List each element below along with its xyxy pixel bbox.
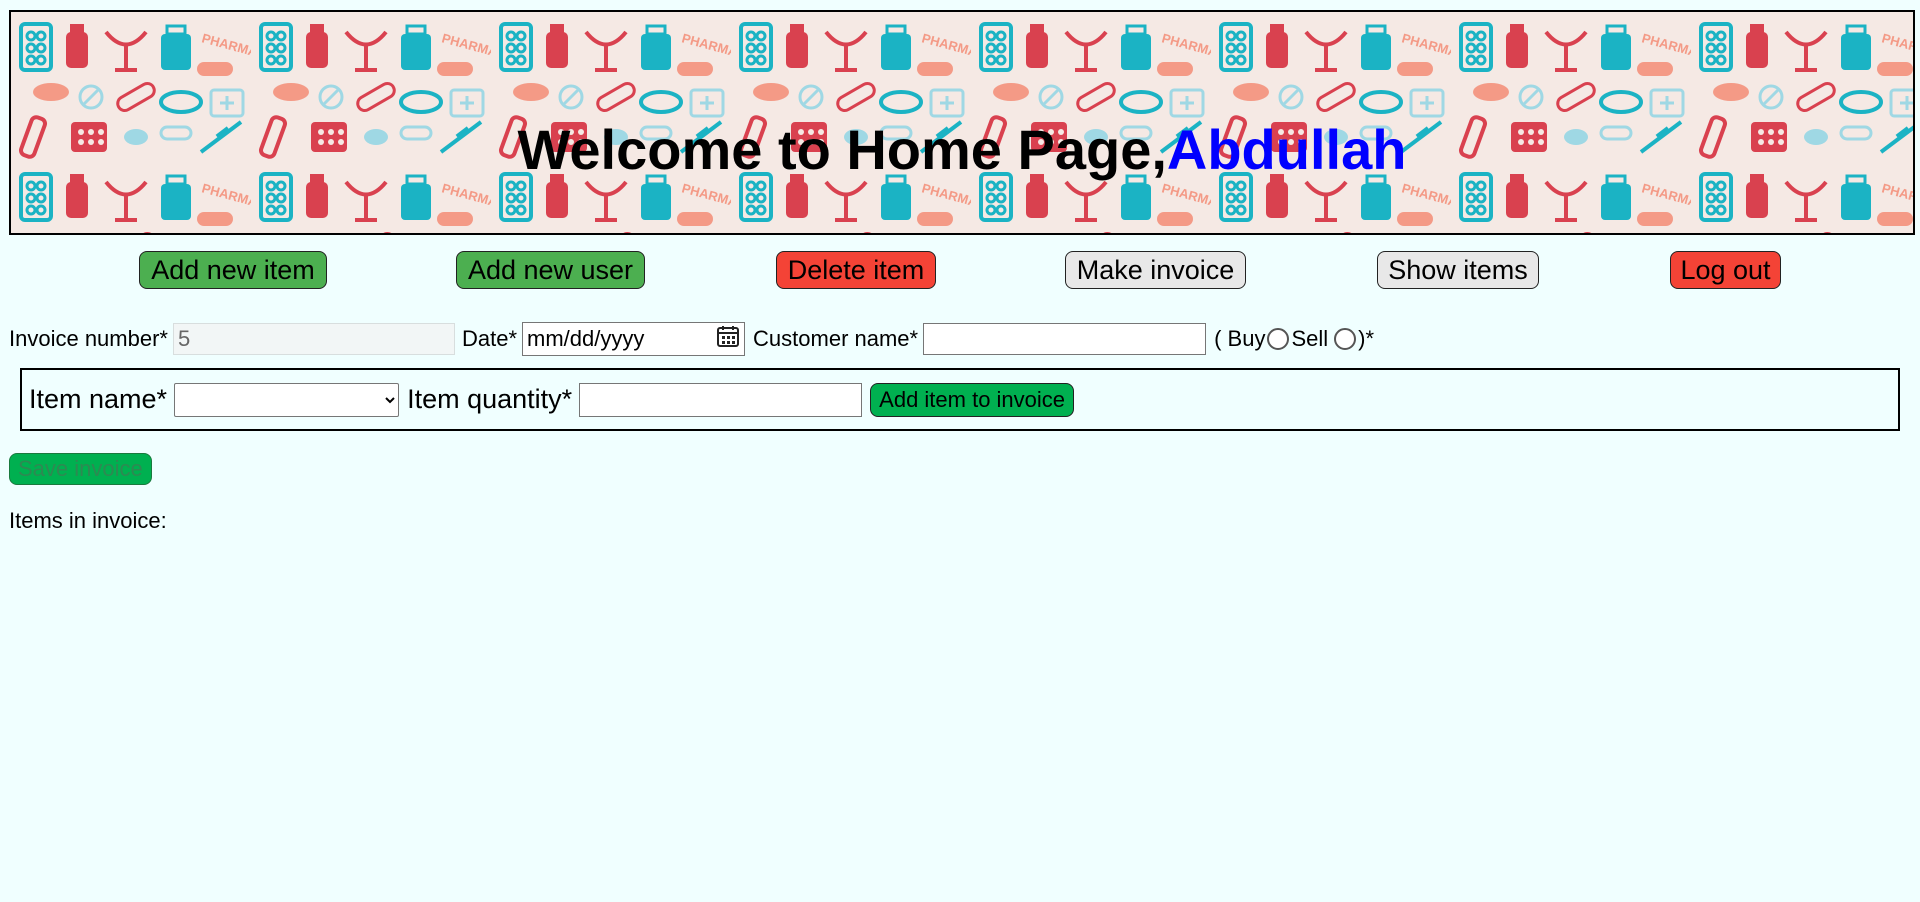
type-required-mark: )* (1358, 326, 1375, 351)
item-quantity-label: Item quantity* (407, 384, 573, 414)
invoice-header-row: Invoice number* Date* mm/dd/yyyy Custome… (9, 322, 1374, 356)
log-out-button[interactable]: Log out (1670, 251, 1781, 289)
make-invoice-button[interactable]: Make invoice (1065, 251, 1246, 289)
show-items-button[interactable]: Show items (1377, 251, 1539, 289)
item-quantity-field[interactable] (579, 382, 863, 417)
invoice-number-label: Invoice number* (9, 326, 168, 351)
invoice-number-field[interactable] (172, 323, 455, 355)
add-new-user-button[interactable]: Add new user (456, 251, 645, 289)
buy-label: ( Buy (1214, 326, 1266, 351)
add-item-to-invoice-button[interactable]: Add item to invoice (870, 382, 1075, 417)
page-title: Welcome to Home Page,Abdullah (11, 118, 1913, 182)
nav-bar: Add new item Add new user Delete item Ma… (0, 251, 1920, 291)
date-label: Date* (461, 326, 518, 351)
add-item-panel: Item name* Item quantity* Add item to in… (20, 368, 1900, 431)
delete-item-button[interactable]: Delete item (776, 251, 936, 289)
add-new-item-button[interactable]: Add new item (139, 251, 327, 289)
sell-label: Sell (1291, 326, 1329, 351)
calendar-icon[interactable] (716, 324, 740, 354)
customer-name-label: Customer name* (753, 326, 919, 351)
item-name-select[interactable] (174, 382, 400, 417)
date-input[interactable]: mm/dd/yyyy (522, 322, 746, 356)
save-invoice-button[interactable]: Save invoice (9, 453, 152, 485)
buy-radio[interactable] (1267, 328, 1290, 350)
item-name-label: Item name* (29, 384, 168, 414)
items-in-invoice-label: Items in invoice: (9, 508, 167, 533)
sell-radio[interactable] (1334, 328, 1357, 350)
header-banner: PHARMACY (9, 10, 1915, 235)
customer-name-field[interactable] (923, 323, 1207, 355)
date-placeholder: mm/dd/yyyy (527, 326, 645, 351)
welcome-text: Welcome to Home Page, (517, 118, 1167, 181)
username: Abdullah (1166, 118, 1407, 181)
